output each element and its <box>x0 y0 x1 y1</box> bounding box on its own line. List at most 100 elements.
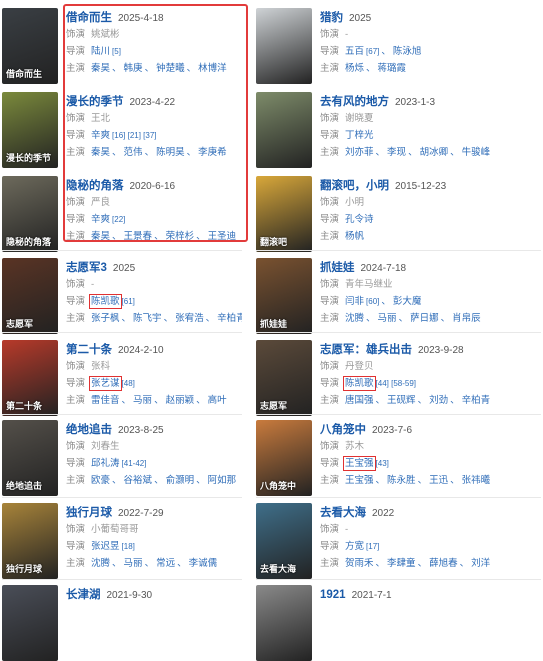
director-link[interactable]: 孔令诗 <box>345 214 374 225</box>
film-title[interactable]: 志愿军：雄兵出击 <box>320 344 412 356</box>
cast-member-link[interactable]: 高叶 <box>208 395 227 406</box>
cast-member-link[interactable]: 赵丽颖 <box>166 395 195 406</box>
cast-member-link[interactable]: 刘劲 <box>429 395 448 406</box>
cast-member-link[interactable]: 欧豪 <box>91 475 110 486</box>
cast-member-link[interactable]: 刘洋 <box>471 558 490 569</box>
cast-member-link[interactable]: 张祎曦 <box>462 475 491 486</box>
cast-member-link[interactable]: 张宥浩 <box>175 313 204 324</box>
film-poster[interactable]: 去看大海 <box>256 503 312 579</box>
cast-member-link[interactable]: 薛旭春 <box>429 558 458 569</box>
citation-ref[interactable]: [60] <box>366 297 379 306</box>
film-poster[interactable] <box>2 585 58 661</box>
citation-ref[interactable]: [61] <box>122 297 135 306</box>
cast-member-link[interactable]: 李诚儒 <box>189 558 218 569</box>
director-link[interactable]: 邱礼涛 <box>91 458 120 469</box>
film-poster[interactable]: 隐秘的角落 <box>2 176 58 252</box>
director-link[interactable]: 闫非 <box>345 296 364 307</box>
cast-member-link[interactable]: 辛柏青 <box>217 313 242 324</box>
film-poster[interactable] <box>256 585 312 661</box>
film-poster[interactable] <box>256 8 312 84</box>
film-poster[interactable]: 漫长的季节 <box>2 92 58 168</box>
film-poster[interactable]: 借命而生 <box>2 8 58 84</box>
film-poster[interactable]: 志愿军 <box>256 340 312 416</box>
title-row: 去有风的地方 2023-1-3 <box>320 92 541 109</box>
film-poster[interactable]: 志愿军 <box>2 258 58 334</box>
citation-ref[interactable]: [18] <box>122 542 135 551</box>
cast-member-link[interactable]: 贺雨禾 <box>345 558 374 569</box>
citation-ref[interactable]: [67] <box>366 47 379 56</box>
director-link[interactable]: 彭大魔 <box>393 296 422 307</box>
director-line: 导演 丁梓光 <box>320 128 541 143</box>
director-link[interactable]: 陈泳旭 <box>393 46 422 57</box>
cast-member-link[interactable]: 阿如那 <box>208 475 237 486</box>
citation-ref[interactable]: [17] <box>366 542 379 551</box>
film-title[interactable]: 去看大海 <box>320 507 366 519</box>
poster-caption: 志愿军 <box>6 319 34 329</box>
film-poster[interactable]: 绝地追击 <box>2 420 58 496</box>
film-year: 2025 <box>112 263 136 274</box>
director-link[interactable]: 陈凯歌 <box>343 376 376 391</box>
cast-member-link[interactable]: 沈腾 <box>345 313 364 324</box>
cast-member-link[interactable]: 刘亦菲 <box>345 147 374 158</box>
title-row: 1921 2021-7-1 <box>320 585 541 602</box>
film-poster[interactable] <box>256 92 312 168</box>
cast-member-link[interactable]: 王砚辉 <box>387 395 416 406</box>
citation-ref[interactable]: [44] [58-59] <box>376 379 416 388</box>
cast-member-link[interactable]: 肖帛辰 <box>452 313 481 324</box>
film-poster[interactable]: 第二十条 <box>2 340 58 416</box>
citation-ref[interactable]: [48] <box>122 379 135 388</box>
cast-member-link[interactable]: 雷佳音 <box>91 395 120 406</box>
film-title[interactable]: 长津湖 <box>66 589 101 601</box>
cast-member-link[interactable]: 谷裕斌 <box>124 475 153 486</box>
cast-member-link[interactable]: 陈飞宇 <box>133 313 162 324</box>
cast-member-link[interactable]: 马丽 <box>378 313 397 324</box>
director-link[interactable]: 丁梓光 <box>345 130 374 141</box>
cast-member-link[interactable]: 王宝强 <box>345 475 374 486</box>
director-link[interactable]: 五百 <box>345 46 364 57</box>
cast-label: 主演 <box>320 313 340 324</box>
cast-member-link[interactable]: 张子枫 <box>91 313 120 324</box>
cast-member-link[interactable]: 马丽 <box>133 395 152 406</box>
film-poster[interactable]: 翻滚吧 <box>256 176 312 252</box>
role-value: 刘春生 <box>91 441 120 452</box>
film-title[interactable]: 八角笼中 <box>320 424 366 436</box>
film-title[interactable]: 猎豹 <box>320 12 343 24</box>
film-title[interactable]: 1921 <box>320 589 346 601</box>
film-card: 独行月球 独行月球 2022-7-29 饰演 小葡萄哥哥 导演 张迟昱 [18] 主演 沈腾、马丽… <box>2 503 242 579</box>
director-link[interactable]: 陈凯歌 <box>89 294 122 309</box>
cast-member-link[interactable]: 马丽 <box>124 558 143 569</box>
cast-member-link[interactable]: 陈永胜 <box>387 475 416 486</box>
cast-member-link[interactable]: 王迅 <box>429 475 448 486</box>
director-label: 导演 <box>66 296 86 307</box>
citation-ref[interactable]: [43] <box>376 459 389 468</box>
cast-member-link[interactable]: 胡冰卿 <box>420 147 449 158</box>
film-poster[interactable]: 独行月球 <box>2 503 58 579</box>
cast-member-link[interactable]: 萨日娜 <box>410 313 439 324</box>
film-title[interactable]: 独行月球 <box>66 507 112 519</box>
director-link[interactable]: 张迟昱 <box>91 541 120 552</box>
film-poster[interactable]: 抓娃娃 <box>256 258 312 334</box>
cast-member-link[interactable]: 杨烁 <box>345 63 364 74</box>
cast-member-link[interactable]: 李现 <box>387 147 406 158</box>
film-title[interactable]: 抓娃娃 <box>320 262 355 274</box>
cast-member-link[interactable]: 杨帆 <box>345 231 364 242</box>
film-title[interactable]: 翻滚吧，小明 <box>320 180 389 192</box>
film-title[interactable]: 去有风的地方 <box>320 96 389 108</box>
cast-member-link[interactable]: 沈腾 <box>91 558 110 569</box>
film-title[interactable]: 绝地追击 <box>66 424 112 436</box>
citation-ref[interactable]: [41-42] <box>122 459 147 468</box>
cast-member-link[interactable]: 辛柏青 <box>462 395 491 406</box>
film-poster[interactable]: 八角笼中 <box>256 420 312 496</box>
cast-member-link[interactable]: 李肆童 <box>387 558 416 569</box>
director-link[interactable]: 王宝强 <box>343 456 376 471</box>
cast-member-link[interactable]: 蒋璐霞 <box>378 63 407 74</box>
director-link[interactable]: 方宽 <box>345 541 364 552</box>
director-link[interactable]: 张艺谋 <box>89 376 122 391</box>
film-title[interactable]: 志愿军3 <box>66 262 107 274</box>
cast-member-link[interactable]: 俞灏明 <box>166 475 195 486</box>
film-title[interactable]: 第二十条 <box>66 344 112 356</box>
cast-line: 主演 雷佳音、马丽、赵丽颖、高叶 <box>66 393 242 408</box>
cast-member-link[interactable]: 唐国强 <box>345 395 374 406</box>
cast-member-link[interactable]: 牛骏峰 <box>462 147 491 158</box>
cast-member-link[interactable]: 常远 <box>156 558 175 569</box>
